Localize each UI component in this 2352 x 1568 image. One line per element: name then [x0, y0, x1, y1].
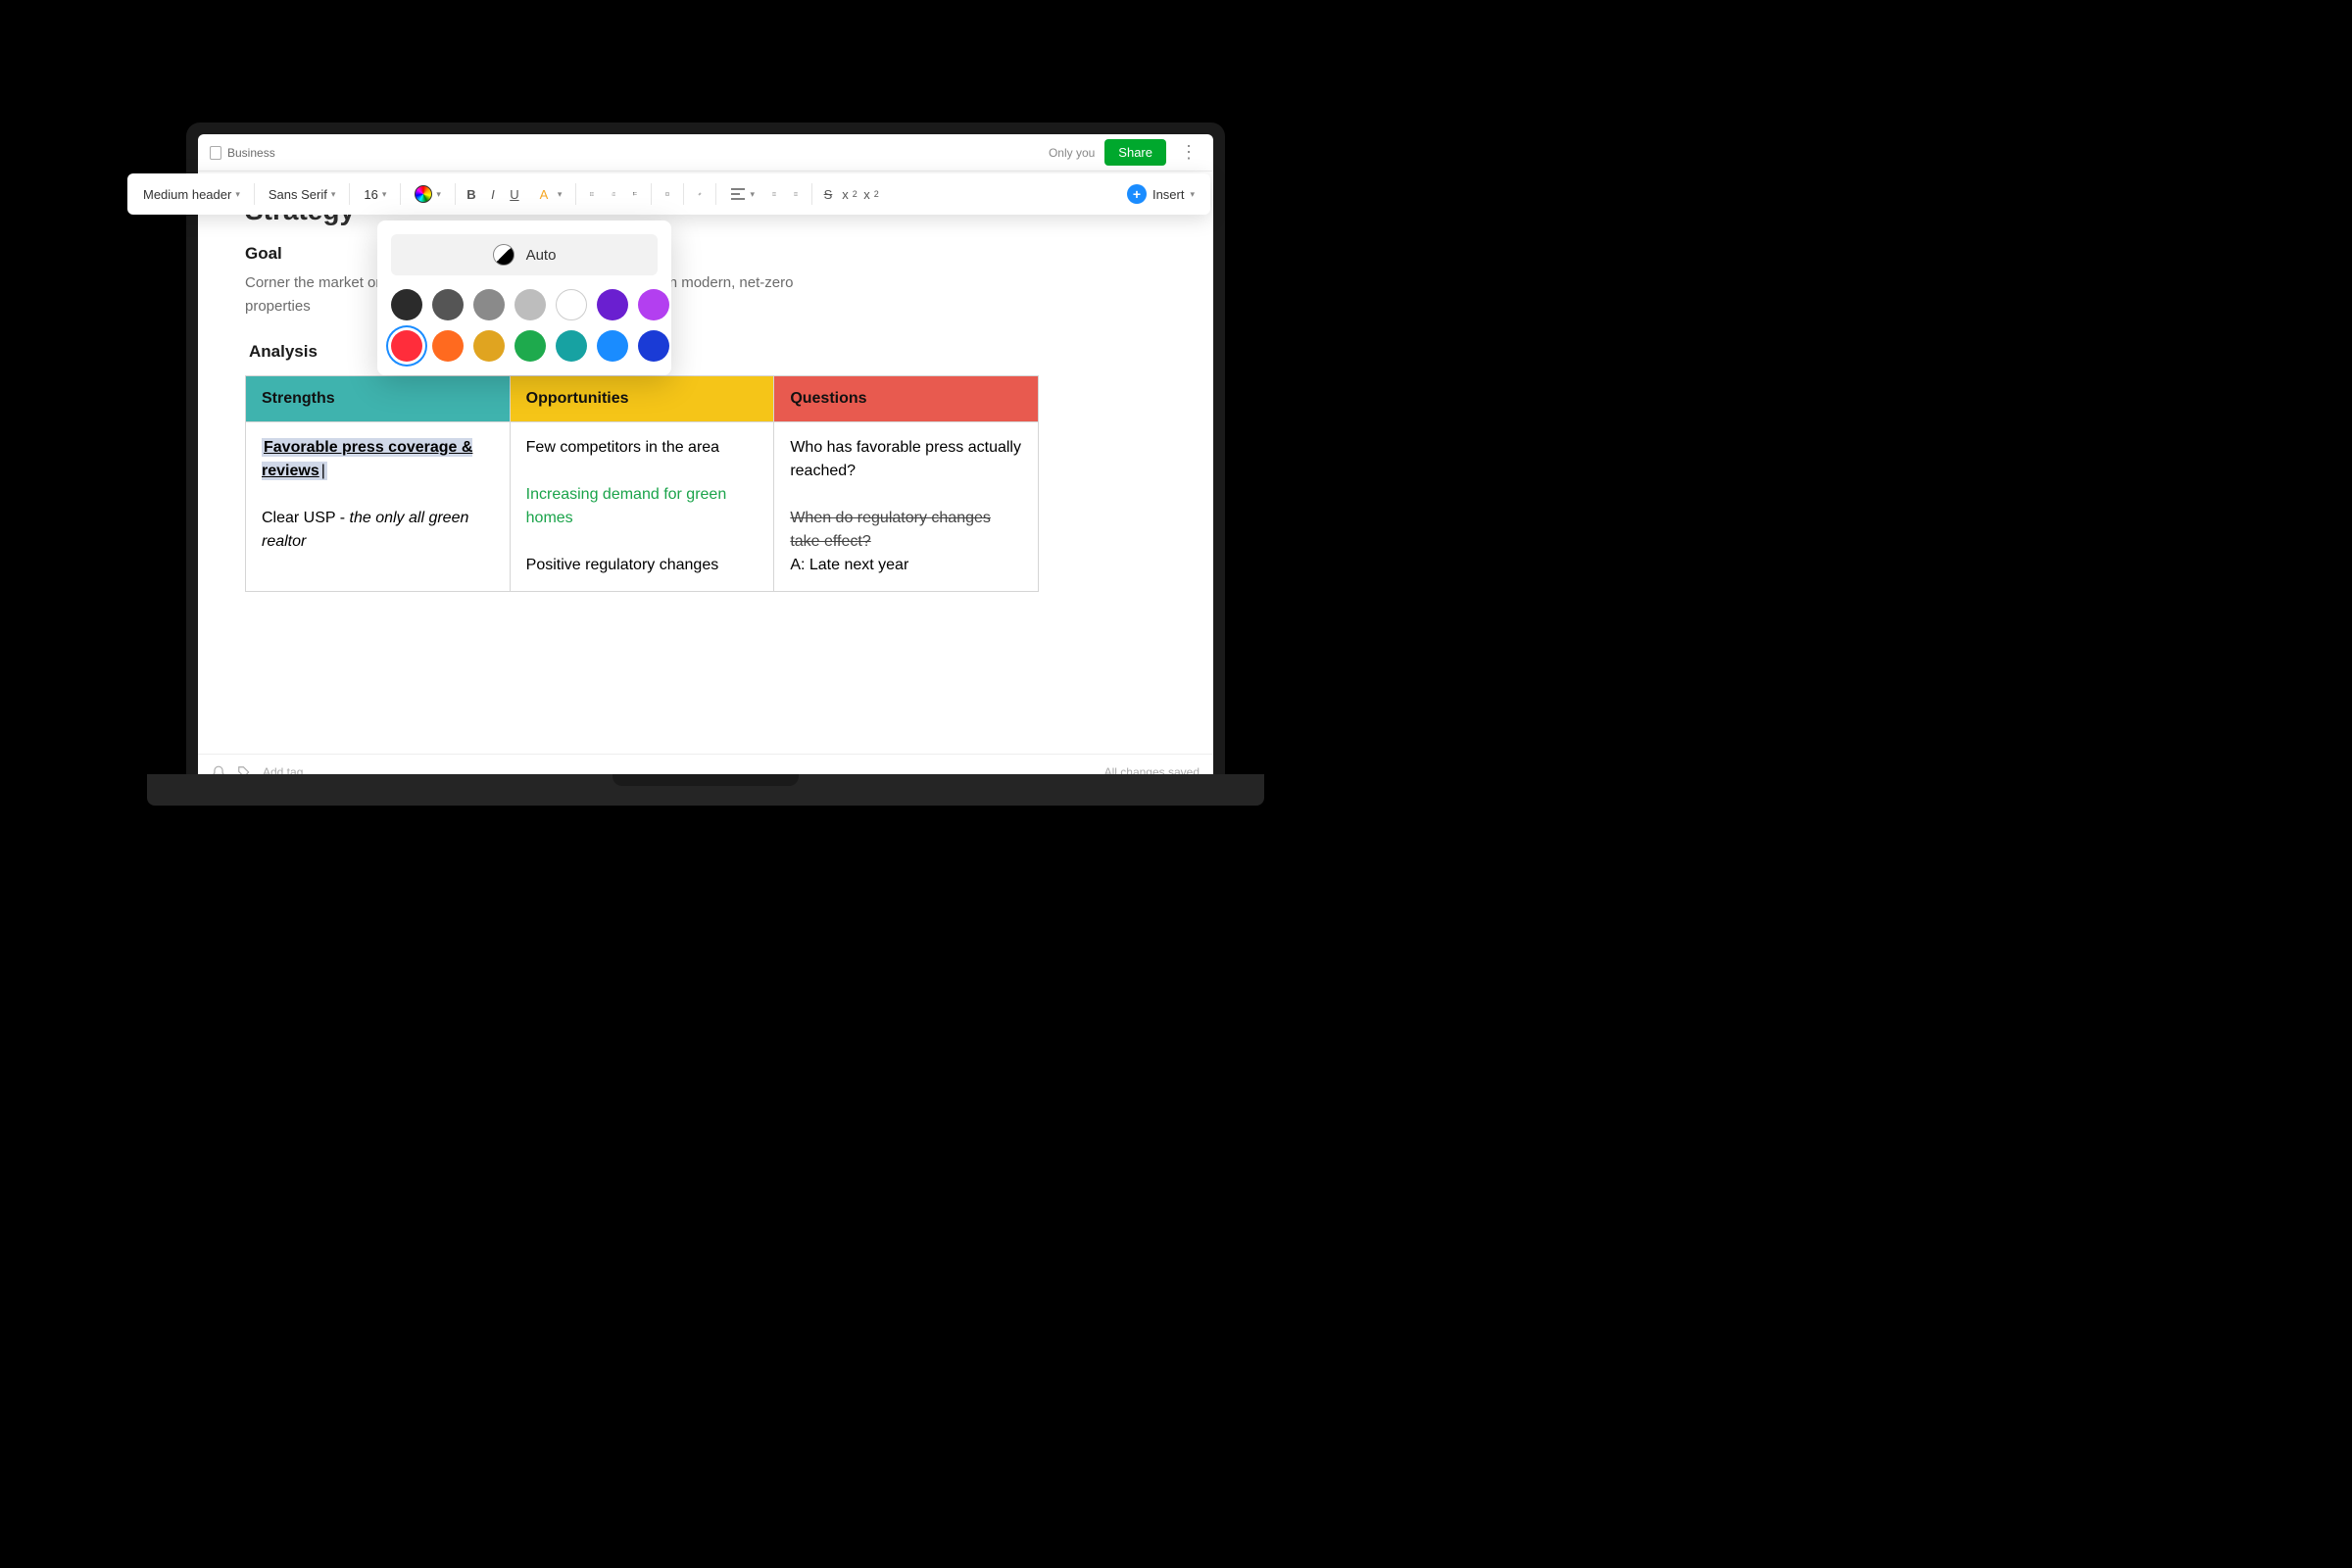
- more-menu-icon[interactable]: ⋮: [1176, 142, 1201, 163]
- top-right-controls: Only you Share ⋮: [1049, 139, 1201, 166]
- highlighter-icon: A: [534, 184, 554, 204]
- usp-prefix: Clear USP -: [262, 510, 350, 526]
- strikethrough-button[interactable]: S: [818, 184, 838, 204]
- color-swatch[interactable]: [432, 289, 464, 320]
- app-screen: Business Only you Share ⋮ Strategy Goal …: [198, 134, 1213, 789]
- chevron-down-icon: ▾: [558, 189, 563, 200]
- share-button[interactable]: Share: [1104, 139, 1166, 166]
- formatting-toolbar: Medium header ▾ Sans Serif ▾ 16 ▾ ▾ B I …: [127, 173, 1210, 215]
- color-swatch[interactable]: [597, 289, 628, 320]
- a2-text: A: Late next year: [790, 557, 908, 573]
- visibility-label[interactable]: Only you: [1049, 146, 1095, 160]
- link-button[interactable]: [690, 184, 710, 204]
- numbered-list-button[interactable]: 123: [604, 184, 623, 204]
- insert-label: Insert: [1152, 187, 1185, 202]
- swot-table[interactable]: Strengths Opportunities Questions Favora…: [245, 375, 1039, 592]
- paragraph-style-label: Medium header: [143, 187, 231, 202]
- checklist-button[interactable]: [625, 184, 645, 204]
- document-body: Strategy Goal Corner the market on resid…: [198, 172, 1213, 754]
- top-bar: Business Only you Share ⋮: [198, 134, 1213, 172]
- separator: [811, 183, 812, 205]
- separator: [349, 183, 350, 205]
- color-swatch[interactable]: [556, 330, 587, 362]
- color-swatch[interactable]: [514, 330, 546, 362]
- chevron-down-icon: ▾: [331, 189, 336, 200]
- code-block-button[interactable]: [658, 184, 677, 204]
- chevron-down-icon: ▾: [1190, 189, 1195, 200]
- color-grid: [391, 289, 658, 362]
- align-left-icon: [730, 186, 746, 202]
- table-row[interactable]: Favorable press coverage & reviews Clear…: [246, 422, 1039, 592]
- color-swatch[interactable]: [638, 330, 669, 362]
- laptop-notch: [612, 774, 799, 786]
- color-swatch[interactable]: [432, 330, 464, 362]
- color-picker-popover: Auto: [377, 220, 671, 375]
- auto-label: Auto: [526, 247, 557, 264]
- color-swatch[interactable]: [556, 289, 587, 320]
- laptop-frame: Business Only you Share ⋮ Strategy Goal …: [186, 122, 1225, 789]
- laptop-base: [147, 774, 1264, 806]
- indent-button[interactable]: [764, 184, 784, 204]
- separator: [683, 183, 684, 205]
- bold-button[interactable]: B: [462, 184, 481, 204]
- separator: [455, 183, 456, 205]
- alignment-dropdown[interactable]: ▾: [722, 182, 762, 206]
- superscript-button[interactable]: x2: [840, 184, 859, 204]
- col-header-questions[interactable]: Questions: [774, 376, 1039, 422]
- cell-questions[interactable]: Who has favorable press actually reached…: [774, 422, 1039, 592]
- chevron-down-icon: ▾: [235, 189, 240, 200]
- breadcrumb[interactable]: Business: [210, 146, 275, 160]
- cell-strengths[interactable]: Favorable press coverage & reviews Clear…: [246, 422, 511, 592]
- breadcrumb-label: Business: [227, 146, 275, 160]
- font-size-label: 16: [364, 187, 377, 202]
- font-size-dropdown[interactable]: 16 ▾: [356, 183, 394, 206]
- font-family-label: Sans Serif: [269, 187, 327, 202]
- opp-line1: Few competitors in the area: [526, 439, 719, 456]
- plus-circle-icon: +: [1127, 184, 1147, 204]
- opp-line2: Increasing demand for green homes: [526, 486, 727, 526]
- text-color-dropdown[interactable]: ▾: [407, 181, 449, 207]
- chevron-down-icon: ▾: [750, 189, 755, 200]
- separator: [575, 183, 576, 205]
- paragraph-style-dropdown[interactable]: Medium header ▾: [135, 183, 248, 206]
- favorable-press-text[interactable]: Favorable press coverage & reviews: [262, 438, 472, 480]
- italic-button[interactable]: I: [483, 184, 503, 204]
- subscript-button[interactable]: x2: [861, 184, 881, 204]
- color-auto-option[interactable]: Auto: [391, 234, 658, 275]
- insert-dropdown[interactable]: + Insert ▾: [1119, 180, 1202, 208]
- color-swatch[interactable]: [638, 289, 669, 320]
- color-swatch[interactable]: [473, 289, 505, 320]
- notebook-icon: [210, 146, 221, 160]
- col-header-opportunities[interactable]: Opportunities: [510, 376, 774, 422]
- chevron-down-icon: ▾: [436, 189, 441, 200]
- separator: [651, 183, 652, 205]
- chevron-down-icon: ▾: [382, 189, 387, 200]
- color-swatch[interactable]: [473, 330, 505, 362]
- q1-text: Who has favorable press actually reached…: [790, 439, 1021, 479]
- separator: [254, 183, 255, 205]
- color-swatch[interactable]: [391, 330, 422, 362]
- col-header-strengths[interactable]: Strengths: [246, 376, 511, 422]
- color-swatch[interactable]: [597, 330, 628, 362]
- separator: [715, 183, 716, 205]
- underline-button[interactable]: U: [505, 184, 524, 204]
- highlight-dropdown[interactable]: A ▾: [526, 180, 570, 208]
- color-swatch-icon: [415, 185, 432, 203]
- outdent-button[interactable]: [786, 184, 806, 204]
- opp-line3: Positive regulatory changes: [526, 557, 719, 573]
- cell-opportunities[interactable]: Few competitors in the area Increasing d…: [510, 422, 774, 592]
- font-family-dropdown[interactable]: Sans Serif ▾: [261, 183, 344, 206]
- bullet-list-button[interactable]: [582, 184, 602, 204]
- color-swatch[interactable]: [514, 289, 546, 320]
- color-swatch[interactable]: [391, 289, 422, 320]
- q2-text: When do regulatory changes take effect?: [790, 510, 991, 550]
- auto-color-icon: [493, 244, 514, 266]
- separator: [400, 183, 401, 205]
